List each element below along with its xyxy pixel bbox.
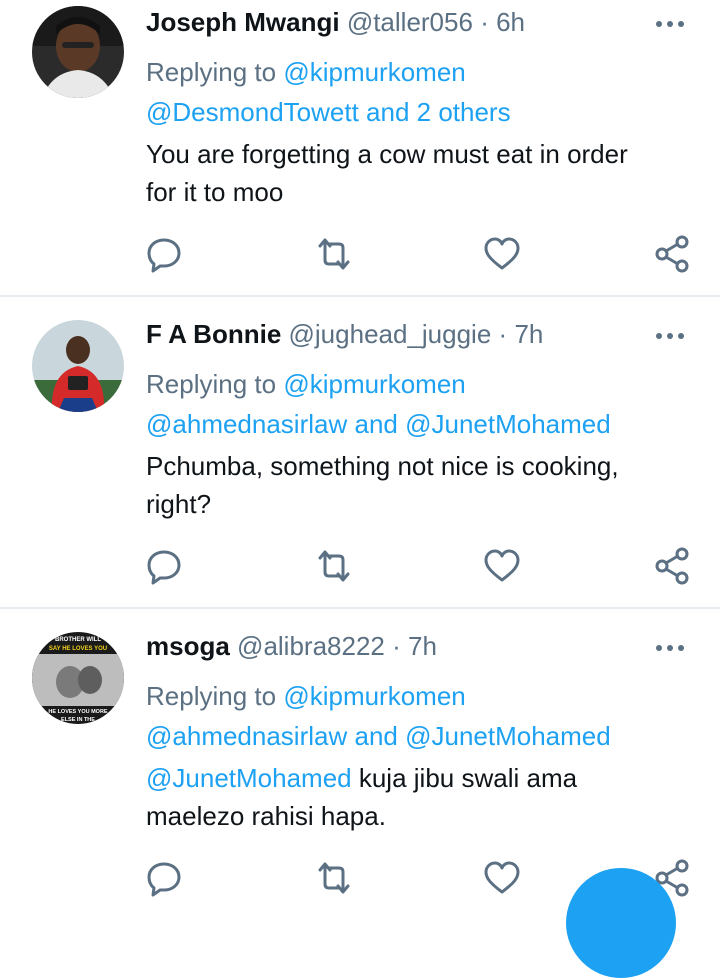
replying-to: Replying to @kipmurkomen (146, 52, 466, 92)
replying-prefix: Replying to (146, 57, 277, 87)
compose-button[interactable] (566, 868, 676, 978)
replying-to: Replying to @kipmurkomen (146, 364, 466, 404)
reply-icon[interactable] (144, 234, 184, 274)
retweet-icon[interactable] (314, 858, 354, 898)
tweet-2[interactable]: F A Bonnie @jughead_juggie · 7h Replying… (0, 312, 720, 608)
mention-link[interactable]: @kipmurkomen (283, 57, 465, 87)
display-name[interactable]: msoga (146, 631, 230, 661)
tweet-text-line: right? (146, 489, 212, 519)
user-handle[interactable]: @alibra8222 (237, 631, 385, 661)
tweet-header: F A Bonnie @jughead_juggie · 7h (146, 316, 543, 352)
avatar-caption: HE LOVES YOU MORE (48, 709, 108, 715)
tweet-text: @JunetMohamed kuja jibu swali ama maelez… (146, 759, 686, 835)
tweet-3[interactable]: BROTHER WILL SAY HE LOVES YOU HE LOVES Y… (0, 624, 720, 898)
like-icon[interactable] (482, 546, 522, 586)
share-icon[interactable] (652, 234, 692, 274)
separator-dot: · (392, 631, 401, 661)
replying-others-link[interactable]: @ahmednasirlaw and @JunetMohamed (146, 404, 611, 444)
tweet-text-line: @JunetMohamed kuja jibu swali ama (146, 759, 686, 797)
tweet-1[interactable]: Joseph Mwangi @taller056 · 6h Replying t… (0, 0, 720, 296)
more-icon[interactable] (650, 636, 690, 660)
user-handle[interactable]: @jughead_juggie (289, 319, 492, 349)
like-icon[interactable] (482, 858, 522, 898)
display-name[interactable]: Joseph Mwangi (146, 7, 340, 37)
mention-link[interactable]: @kipmurkomen (283, 369, 465, 399)
tweet-text-line: Pchumba, something not nice is cooking, (146, 451, 619, 481)
tweet-divider (0, 607, 720, 609)
mention-link[interactable]: @kipmurkomen (283, 681, 465, 711)
avatar[interactable] (32, 320, 124, 412)
retweet-icon[interactable] (314, 546, 354, 586)
mention-link[interactable]: @JunetMohamed (146, 763, 352, 793)
replying-others-link[interactable]: @ahmednasirlaw and @JunetMohamed (146, 716, 611, 756)
avatar[interactable]: BROTHER WILL SAY HE LOVES YOU HE LOVES Y… (32, 632, 124, 724)
tweet-text: You are forgetting a cow must eat in ord… (146, 135, 686, 211)
reply-icon[interactable] (144, 858, 184, 898)
timestamp[interactable]: 6h (496, 7, 525, 37)
tweet-text-line: maelezo rahisi hapa. (146, 801, 386, 831)
avatar[interactable] (32, 6, 124, 98)
share-icon[interactable] (652, 546, 692, 586)
avatar-caption: ELSE IN THE (61, 717, 95, 723)
replying-others-link[interactable]: @DesmondTowett and 2 others (146, 92, 511, 132)
replying-to: Replying to @kipmurkomen (146, 676, 466, 716)
more-icon[interactable] (650, 12, 690, 36)
tweet-text-fragment: kuja jibu swali ama (351, 763, 578, 793)
separator-dot: · (498, 319, 508, 349)
tweet-text-line: for it to moo (146, 177, 284, 207)
tweet-text-line: You are forgetting a cow must eat in ord… (146, 139, 628, 169)
tweet-header: Joseph Mwangi @taller056 · 6h (146, 4, 525, 40)
like-icon[interactable] (482, 234, 522, 274)
more-icon[interactable] (650, 324, 690, 348)
reply-icon[interactable] (144, 546, 184, 586)
avatar-caption: SAY HE LOVES YOU (49, 646, 107, 652)
tweet-header: msoga @alibra8222 · 7h (146, 628, 437, 664)
tweet-text: Pchumba, something not nice is cooking, … (146, 447, 686, 523)
retweet-icon[interactable] (314, 234, 354, 274)
display-name[interactable]: F A Bonnie (146, 319, 281, 349)
avatar-caption: BROTHER WILL (55, 637, 101, 643)
timestamp[interactable]: 7h (514, 319, 543, 349)
replying-prefix: Replying to (146, 369, 277, 399)
tweet-divider (0, 295, 720, 297)
timestamp[interactable]: 7h (408, 631, 437, 661)
separator-dot: · (480, 7, 489, 37)
replying-prefix: Replying to (146, 681, 277, 711)
user-handle[interactable]: @taller056 (347, 7, 473, 37)
